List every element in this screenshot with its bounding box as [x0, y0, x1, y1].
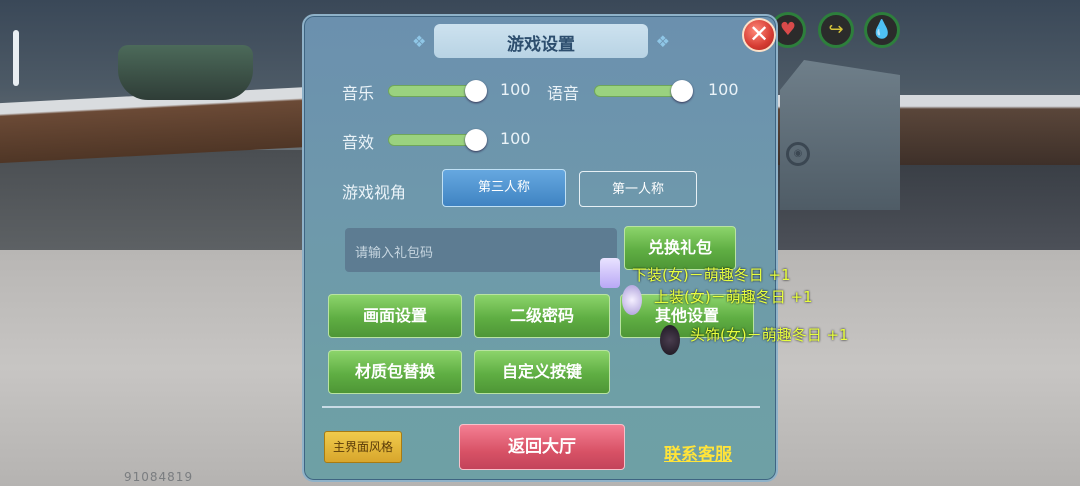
graphics-settings-button[interactable]: 画面设置 — [328, 294, 462, 338]
voice-label: 语音 — [547, 84, 580, 103]
settings-panel: ❖ 游戏设置 ❖ ✕ 音乐 100 语音 100 音效 100 游戏视角 第三人… — [302, 14, 778, 482]
music-slider[interactable] — [388, 80, 487, 102]
reward-text: 上装(女)－萌趣冬日 +1 — [654, 288, 813, 306]
third-person-toggle[interactable]: 第三人称 — [442, 169, 566, 207]
sfx-label: 音效 — [342, 133, 375, 152]
divider — [322, 406, 760, 408]
view-label: 游戏视角 — [342, 183, 407, 202]
reward-text: 下装(女)－萌趣冬日 +1 — [632, 266, 791, 284]
item-icon-bottoms — [600, 258, 620, 288]
floor-left — [0, 150, 310, 250]
close-icon[interactable]: ✕ — [742, 18, 776, 52]
title-bar: ❖ 游戏设置 ❖ — [412, 24, 670, 58]
voice-slider[interactable] — [594, 80, 693, 102]
voice-slider-knob[interactable] — [671, 80, 693, 102]
item-icon-headwear — [660, 325, 680, 355]
return-lobby-button[interactable]: 返回大厅 — [459, 424, 625, 470]
ship-structure — [780, 60, 900, 210]
secondary-password-button[interactable]: 二级密码 — [474, 294, 610, 338]
panel-title: 游戏设置 — [507, 35, 575, 55]
reward-text: 头饰(女)－萌趣冬日 +1 — [690, 326, 849, 344]
music-label: 音乐 — [342, 84, 375, 103]
main-ui-style-button[interactable]: 主界面风格 — [324, 431, 402, 463]
drop-icon[interactable]: 💧 — [864, 12, 900, 48]
arrow-icon[interactable]: ↪ — [818, 12, 854, 48]
ornament-icon: ❖ — [655, 32, 670, 51]
sfx-slider[interactable] — [388, 129, 487, 151]
voice-value: 100 — [708, 80, 739, 99]
music-value: 100 — [500, 80, 531, 99]
texture-pack-button[interactable]: 材质包替换 — [328, 350, 462, 394]
first-person-toggle[interactable]: 第一人称 — [579, 171, 697, 207]
custom-keys-button[interactable]: 自定义按键 — [474, 350, 610, 394]
item-icon-top — [622, 285, 642, 315]
menu-handle[interactable] — [13, 30, 19, 86]
sfx-value: 100 — [500, 129, 531, 148]
gift-code-input[interactable]: 请输入礼包码 — [345, 228, 617, 272]
ornament-icon: ❖ — [412, 32, 427, 51]
sfx-slider-knob[interactable] — [465, 129, 487, 151]
contact-support-link[interactable]: 联系客服 — [664, 440, 732, 465]
planter — [118, 45, 253, 100]
eye-icon[interactable]: ◉ — [786, 142, 810, 166]
player-uid: 91084819 — [124, 470, 194, 484]
music-slider-knob[interactable] — [465, 80, 487, 102]
